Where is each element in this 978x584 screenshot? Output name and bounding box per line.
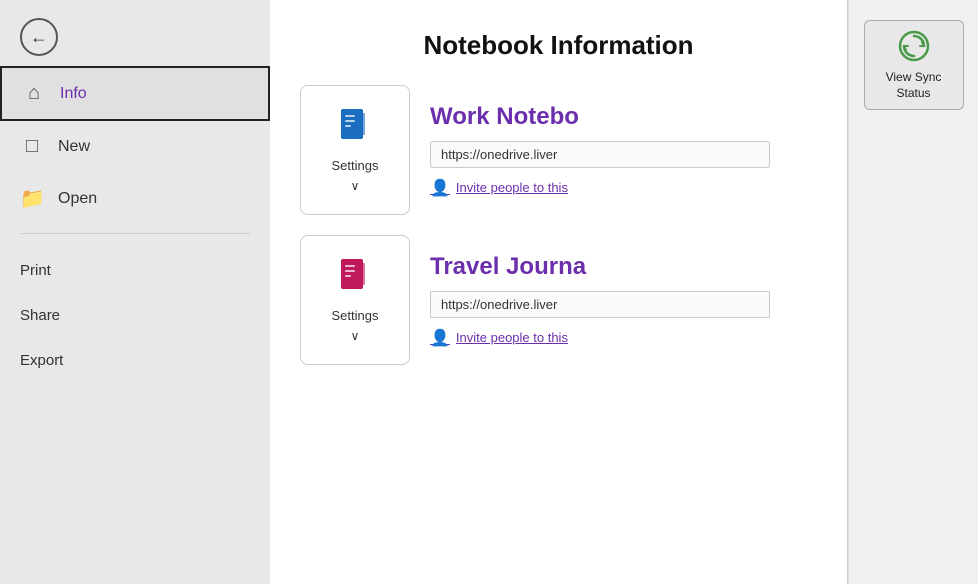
sync-icon	[896, 28, 932, 64]
sidebar-info-label: Info	[60, 85, 87, 103]
view-sync-status-button[interactable]: View SyncStatus	[864, 20, 964, 110]
folder-icon: 📁	[20, 186, 44, 211]
sidebar-open-label: Open	[58, 190, 97, 208]
sidebar-back-area: ←	[0, 0, 270, 66]
notebook-name-work: Work Notebo	[430, 103, 770, 131]
sidebar-item-print[interactable]: Print	[0, 248, 270, 293]
settings-card-work-label: Settings	[332, 158, 379, 173]
notebook-invite-travel-label: Invite people to this	[456, 330, 568, 345]
notebook-info-travel: Travel Journa https://onedrive.liver 👤 I…	[430, 253, 817, 348]
sidebar-nav-top: ⌂ Info □ New 📁 Open	[0, 66, 270, 225]
notebook-info-work: Work Notebo https://onedrive.liver 👤 Inv…	[430, 103, 817, 198]
settings-card-travel-label: Settings	[332, 308, 379, 323]
back-arrow-icon: ←	[30, 27, 48, 48]
notebook-invite-work[interactable]: 👤 Invite people to this	[430, 178, 770, 198]
sidebar-new-label: New	[58, 138, 90, 156]
new-doc-icon: □	[20, 135, 44, 158]
sidebar: ← ⌂ Info □ New 📁 Open Print Share Export	[0, 0, 270, 584]
notebook-row-travel: Settings ∨ Travel Journa https://onedriv…	[300, 235, 817, 365]
settings-card-travel[interactable]: Settings ∨	[300, 235, 410, 365]
page-title: Notebook Information	[300, 30, 817, 61]
back-button[interactable]: ←	[20, 18, 58, 56]
sidebar-item-open[interactable]: 📁 Open	[0, 172, 270, 225]
settings-card-work[interactable]: Settings ∨	[300, 85, 410, 215]
view-sync-label: View SyncStatus	[886, 70, 942, 101]
main-content: Notebook Information Settings ∨ Wor	[270, 0, 847, 584]
notebook-icon-work	[337, 107, 373, 152]
invite-icon-travel: 👤	[430, 328, 450, 348]
notebook-list: Settings ∨ Work Notebo https://onedrive.…	[300, 85, 817, 365]
settings-card-travel-chevron: ∨	[351, 329, 360, 343]
notebook-invite-work-label: Invite people to this	[456, 180, 568, 195]
sidebar-item-share[interactable]: Share	[0, 293, 270, 338]
sidebar-item-new[interactable]: □ New	[0, 121, 270, 172]
sidebar-item-export[interactable]: Export	[0, 338, 270, 383]
settings-card-work-chevron: ∨	[351, 179, 360, 193]
notebook-url-work[interactable]: https://onedrive.liver	[430, 141, 770, 168]
notebook-name-travel: Travel Journa	[430, 253, 770, 281]
notebook-icon-travel	[337, 257, 373, 302]
home-icon: ⌂	[22, 82, 46, 105]
notebook-url-travel[interactable]: https://onedrive.liver	[430, 291, 770, 318]
notebook-row-work: Settings ∨ Work Notebo https://onedrive.…	[300, 85, 817, 215]
invite-icon-work: 👤	[430, 178, 450, 198]
right-panel: View SyncStatus	[848, 0, 978, 584]
sidebar-item-info[interactable]: ⌂ Info	[0, 66, 270, 121]
sidebar-nav-bottom: Print Share Export	[0, 242, 270, 383]
notebook-invite-travel[interactable]: 👤 Invite people to this	[430, 328, 770, 348]
sidebar-divider	[20, 233, 250, 234]
